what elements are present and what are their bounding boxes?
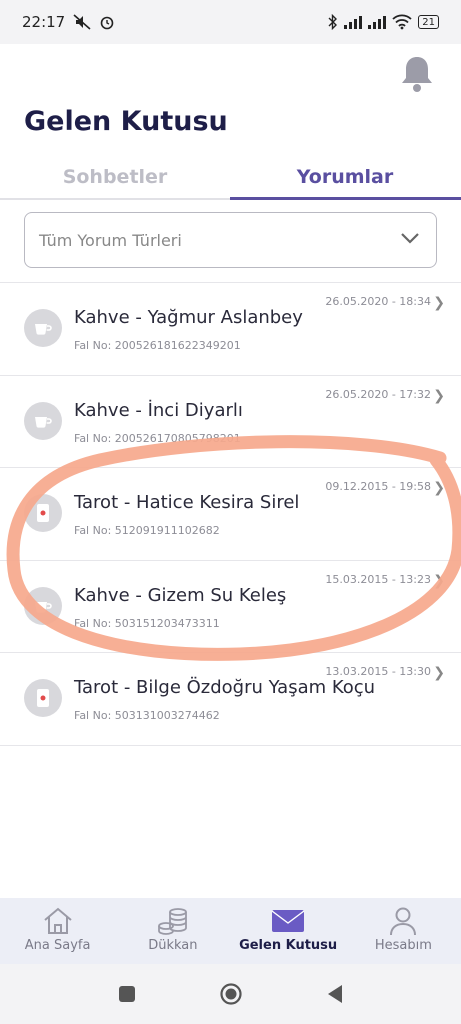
chevron-down-icon xyxy=(401,233,419,244)
fal-number: Fal No: 200526181622349201 xyxy=(74,339,241,352)
nav-label: Dükkan xyxy=(148,938,198,953)
chevron-right-icon: ❯ xyxy=(433,387,445,404)
chevron-right-icon: ❯ xyxy=(433,665,445,681)
wifi-icon xyxy=(392,14,412,30)
home-button[interactable] xyxy=(219,982,243,1006)
nav-item-account[interactable]: Hesabım xyxy=(346,898,461,964)
home-icon xyxy=(43,907,72,934)
comment-title: Kahve - Gizem Su Keleş xyxy=(74,584,287,606)
recent-apps-button[interactable] xyxy=(115,982,139,1006)
battery-level: 21 xyxy=(422,16,435,28)
signal-icon-2 xyxy=(368,15,387,29)
coffee-cup-icon xyxy=(24,586,62,625)
list-item[interactable]: 26.05.2020 - 18:34 ❯ Kahve - Yağmur Asla… xyxy=(0,283,461,376)
signal-icon xyxy=(344,15,363,29)
coins-icon xyxy=(157,908,187,935)
comment-list: 26.05.2020 - 18:34 ❯ Kahve - Yağmur Asla… xyxy=(0,283,461,746)
alarm-icon xyxy=(100,16,114,30)
tab-sohbetler[interactable]: Sohbetler xyxy=(0,154,230,200)
tab-indicator xyxy=(230,197,461,200)
nav-item-shop[interactable]: Dükkan xyxy=(115,898,230,964)
comment-date: 26.05.2020 - 17:32 xyxy=(325,387,431,401)
comment-title: Tarot - Bilge Özdoğru Yaşam Koçu xyxy=(74,677,376,698)
tab-bar: Sohbetler Yorumlar xyxy=(0,154,461,200)
comment-type-dropdown[interactable]: Tüm Yorum Türleri xyxy=(24,212,437,268)
nav-label: Gelen Kutusu xyxy=(239,938,338,953)
tarot-card-icon xyxy=(24,679,62,717)
battery-icon: 21 xyxy=(418,15,439,29)
tab-yorumlar[interactable]: Yorumlar xyxy=(230,154,460,200)
back-button[interactable] xyxy=(323,982,347,1006)
coffee-cup-icon xyxy=(24,401,62,440)
header: Gelen Kutusu Sohbetler Yorumlar xyxy=(0,44,461,200)
bluetooth-icon xyxy=(328,14,338,30)
comment-title: Kahve - Yağmur Aslanbey xyxy=(74,307,303,328)
list-item[interactable]: 09.12.2015 - 19:58 ❯ Tarot - Hatice Kesi… xyxy=(0,468,461,561)
nav-label: Hesabım xyxy=(374,938,432,953)
nav-item-home[interactable]: Ana Sayfa xyxy=(0,898,115,964)
comment-date: 26.05.2020 - 18:34 xyxy=(325,295,431,308)
user-icon xyxy=(390,907,417,936)
chevron-right-icon: ❯ xyxy=(433,572,445,589)
dropdown-value: Tüm Yorum Türleri xyxy=(39,230,182,250)
fal-number: Fal No: 503131003274462 xyxy=(74,709,220,722)
fal-number: Fal No: 200526170805798201 xyxy=(74,431,241,445)
chevron-right-icon: ❯ xyxy=(433,295,445,311)
tarot-card-icon xyxy=(24,494,62,532)
status-bar: 22:17 21 xyxy=(0,0,461,44)
envelope-icon xyxy=(271,910,305,932)
bottom-nav: Ana Sayfa Dükkan Gelen Kutusu Hesabım xyxy=(0,898,461,964)
chevron-right-icon: ❯ xyxy=(433,480,445,496)
nav-item-inbox[interactable]: Gelen Kutusu xyxy=(231,898,346,964)
comment-date: 15.03.2015 - 13:23 xyxy=(325,572,431,586)
circle-icon xyxy=(219,983,242,1005)
comment-title: Tarot - Hatice Kesira Sirel xyxy=(74,492,300,513)
list-item[interactable]: 15.03.2015 - 13:23 ❯ Kahve - Gizem Su Ke… xyxy=(0,561,461,653)
status-time: 22:17 xyxy=(22,13,66,31)
comment-title: Kahve - İnci Diyarlı xyxy=(74,399,243,421)
fal-number: Fal No: 503151203473311 xyxy=(74,616,220,630)
triangle-back-icon xyxy=(327,985,342,1003)
comment-date: 09.12.2015 - 19:58 xyxy=(325,480,431,493)
bell-icon[interactable] xyxy=(399,54,435,94)
page-title: Gelen Kutusu xyxy=(24,106,228,137)
fal-number: Fal No: 512091911102682 xyxy=(74,524,220,537)
square-icon xyxy=(118,986,135,1002)
muted-icon xyxy=(73,14,91,30)
list-item[interactable]: 13.03.2015 - 13:30 ❯ Tarot - Bilge Özdoğ… xyxy=(0,653,461,746)
system-nav-bar xyxy=(0,964,461,1024)
nav-label: Ana Sayfa xyxy=(24,938,91,953)
list-item[interactable]: 26.05.2020 - 17:32 ❯ Kahve - İnci Diyarl… xyxy=(0,376,461,468)
coffee-cup-icon xyxy=(24,309,62,347)
